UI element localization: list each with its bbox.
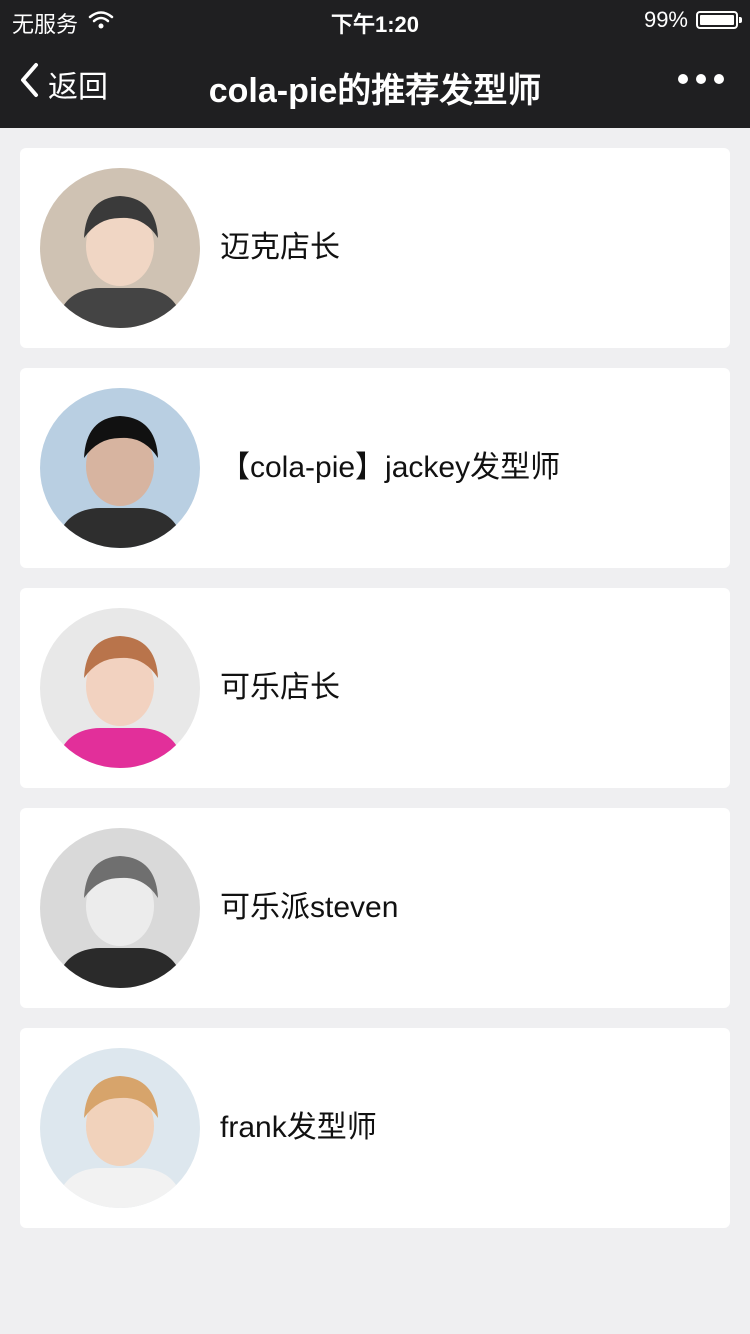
back-button[interactable]: 返回: [18, 62, 108, 106]
stylist-card[interactable]: 可乐店长: [20, 588, 730, 788]
chevron-left-icon: [18, 62, 40, 106]
battery-percent: 99%: [643, 7, 688, 32]
stylist-list: 迈克店长【cola-pie】jackey发型师 可乐店长可乐派steven fran…: [20, 148, 730, 1248]
stylist-card[interactable]: 【cola-pie】jackey发型师: [20, 368, 730, 568]
page-title: cola-pie的推荐发型师: [208, 72, 542, 110]
battery-status: 99%: [643, 7, 742, 33]
stylist-name: 可乐店长: [220, 671, 340, 704]
stylist-name: frank发型师: [220, 1111, 377, 1144]
stylist-card[interactable]: 迈克店长: [20, 148, 730, 348]
stylist-card[interactable]: 可乐派steven: [20, 808, 730, 1008]
stylist-name: 可乐派steven: [220, 891, 399, 924]
stylist-avatar: [40, 168, 200, 328]
stylist-name: 【cola-pie】jackey发型师: [220, 451, 561, 484]
stylist-avatar: [40, 1048, 200, 1208]
status-bar: 无服务 下午1:20 99%: [0, 0, 750, 40]
battery-icon: [696, 11, 742, 29]
stylist-avatar: [40, 388, 200, 548]
stylist-avatar: [40, 608, 200, 768]
stylist-name: 迈克店长: [220, 231, 340, 264]
stylist-card[interactable]: frank发型师: [20, 1028, 730, 1228]
navigation-bar: 返回 cola-pie的推荐发型师: [0, 40, 750, 128]
status-time: 下午1:20: [330, 12, 420, 37]
stylist-avatar: [40, 828, 200, 988]
more-dots-icon[interactable]: [678, 74, 724, 84]
battery-fill: [700, 15, 734, 25]
back-label: 返回: [48, 71, 108, 104]
